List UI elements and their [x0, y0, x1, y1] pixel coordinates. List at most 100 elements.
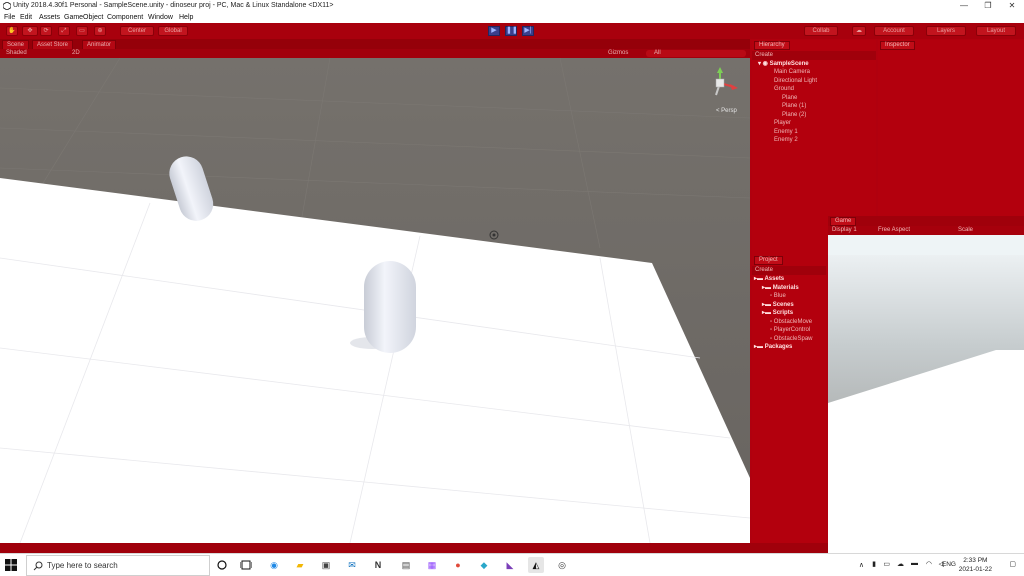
- search-placeholder: Type here to search: [47, 561, 118, 570]
- language-indicator[interactable]: ENG: [942, 561, 956, 568]
- global-local-toggle[interactable]: Global: [158, 26, 188, 36]
- pause-button[interactable]: ❚❚: [505, 26, 518, 36]
- folder-icon: ▸▬: [754, 276, 765, 282]
- recorder-icon[interactable]: ▤: [398, 557, 414, 573]
- twitch-icon[interactable]: ▦: [424, 557, 440, 573]
- hierarchy-item[interactable]: Main Camera: [774, 68, 810, 76]
- notifications-icon[interactable]: ▢: [1009, 560, 1016, 568]
- hierarchy-item[interactable]: Directional Light: [774, 77, 817, 85]
- transform-tool-button[interactable]: ⊕: [94, 26, 106, 36]
- step-button[interactable]: ▶|: [522, 26, 534, 36]
- tab-scene[interactable]: Scene: [2, 40, 30, 49]
- hierarchy-item[interactable]: Enemy 2: [774, 136, 798, 144]
- shading-mode-dropdown[interactable]: Shaded: [6, 49, 27, 58]
- scale-tool-button[interactable]: ⤢: [58, 26, 70, 36]
- system-tray: ∧ ▮ ▭ ☁ ▬ ◠ ◁ ENG 2:33 PM 2021-01-22 ▢: [849, 554, 1024, 576]
- app-n-icon[interactable]: N: [370, 557, 386, 573]
- tab-project[interactable]: Project: [754, 256, 783, 265]
- aspect-dropdown[interactable]: Free Aspect: [878, 226, 910, 235]
- cloud-tray-icon[interactable]: ☁: [897, 560, 904, 568]
- mail-icon[interactable]: ✉: [344, 557, 360, 573]
- cloud-icon[interactable]: ☁: [852, 26, 866, 36]
- project-create-dropdown[interactable]: Create: [752, 266, 826, 275]
- tray-app-icon[interactable]: ▭: [883, 560, 890, 568]
- menu-assets[interactable]: Assets: [39, 12, 60, 23]
- project-item-label: Scripts: [772, 310, 794, 316]
- gizmos-dropdown[interactable]: Gizmos: [608, 49, 628, 58]
- layers-dropdown[interactable]: Layers: [926, 26, 966, 36]
- unity-taskbar-icon[interactable]: ◭: [528, 557, 544, 573]
- scene-viewport[interactable]: < Persp: [0, 58, 750, 543]
- project-folder[interactable]: ▸▬ Materials: [762, 284, 799, 292]
- scale-slider-label[interactable]: Scale: [958, 226, 973, 235]
- clock-time: 2:33 PM: [963, 557, 988, 564]
- project-item-label: Assets: [764, 276, 785, 282]
- task-view-icon[interactable]: [238, 557, 254, 573]
- taskbar-clock[interactable]: 2:33 PM 2021-01-22: [959, 556, 992, 574]
- project-folder[interactable]: ▸▬ Scripts: [762, 309, 793, 317]
- chrome-icon[interactable]: ●: [450, 557, 466, 573]
- hierarchy-item[interactable]: Plane (2): [782, 111, 806, 119]
- hierarchy-item[interactable]: Enemy 1: [774, 128, 798, 136]
- maximize-button[interactable]: ❐: [976, 0, 1000, 12]
- minimize-button[interactable]: —: [952, 0, 976, 12]
- collab-button[interactable]: Collab: [804, 26, 838, 36]
- tab-hierarchy[interactable]: Hierarchy: [754, 41, 790, 50]
- unity-hub-icon[interactable]: ◎: [554, 557, 570, 573]
- perspective-label[interactable]: < Persp: [716, 108, 737, 114]
- menu-edit[interactable]: Edit: [20, 12, 32, 23]
- project-asset[interactable]: ▫ ObstacleMove: [770, 318, 812, 326]
- wifi-icon[interactable]: ◠: [926, 560, 932, 568]
- project-item-label: ObstacleMove: [773, 318, 813, 325]
- 2d-toggle[interactable]: 2D: [72, 49, 80, 58]
- project-asset[interactable]: ▫ Blue: [770, 292, 786, 300]
- menu-window[interactable]: Window: [148, 12, 173, 23]
- project-folder[interactable]: ▸▬ Packages: [754, 343, 792, 351]
- pivot-center-toggle[interactable]: Center: [120, 26, 154, 36]
- tab-animator[interactable]: Animator: [82, 40, 117, 49]
- game-viewport[interactable]: [828, 235, 1024, 553]
- project-asset[interactable]: ▫ ObstacleSpaw: [770, 335, 812, 343]
- close-button[interactable]: ✕: [1000, 0, 1024, 12]
- hand-tool-button[interactable]: ✋: [6, 26, 18, 36]
- hierarchy-scene-root[interactable]: ▾ ◉ SampleScene: [758, 60, 809, 68]
- enemy-capsule[interactable]: [364, 261, 416, 353]
- scene-render: [0, 58, 750, 543]
- display-dropdown[interactable]: Display 1: [832, 226, 857, 235]
- tab-inspector[interactable]: Inspector: [880, 41, 915, 50]
- edge-browser-icon[interactable]: ◉: [266, 557, 282, 573]
- app-blue-icon[interactable]: ◆: [476, 557, 492, 573]
- project-folder[interactable]: ▸▬ Scenes: [762, 301, 794, 309]
- tray-chevron-icon[interactable]: ∧: [859, 561, 864, 569]
- tab-asset-store[interactable]: Asset Store: [32, 40, 74, 49]
- layout-dropdown[interactable]: Layout: [976, 26, 1016, 36]
- microphone-icon[interactable]: ▮: [872, 560, 876, 568]
- project-item-label: Blue: [773, 293, 786, 299]
- hierarchy-item[interactable]: Player: [774, 119, 791, 127]
- account-dropdown[interactable]: Account: [874, 26, 914, 36]
- menu-help[interactable]: Help: [179, 12, 193, 23]
- taskbar-search-input[interactable]: Type here to search: [26, 555, 210, 576]
- scene-search-input[interactable]: All: [646, 50, 746, 57]
- store-icon[interactable]: ▣: [318, 557, 334, 573]
- cortana-icon[interactable]: [214, 557, 230, 573]
- visual-studio-icon[interactable]: ◣: [502, 557, 518, 573]
- battery-icon[interactable]: ▬: [911, 560, 918, 567]
- hierarchy-item[interactable]: Plane: [782, 94, 797, 102]
- project-asset[interactable]: ▫ PlayerControl: [770, 326, 810, 334]
- hierarchy-create-dropdown[interactable]: Create: [752, 51, 876, 60]
- tab-game[interactable]: Game: [830, 217, 857, 226]
- hierarchy-item[interactable]: Ground: [774, 85, 794, 93]
- project-panel: Project Create ▸▬ Assets ▸▬ Materials ▫ Bl…: [752, 255, 826, 543]
- move-tool-button[interactable]: ✥: [22, 26, 38, 36]
- menu-gameobject[interactable]: GameObject: [64, 12, 103, 23]
- menu-file[interactable]: File: [4, 12, 15, 23]
- play-button[interactable]: ▶: [488, 26, 500, 36]
- windows-start-icon[interactable]: [5, 559, 17, 571]
- file-explorer-icon[interactable]: ▰: [292, 557, 308, 573]
- menu-component[interactable]: Component: [107, 12, 143, 23]
- project-folder[interactable]: ▸▬ Assets: [754, 275, 784, 283]
- rect-tool-button[interactable]: ▭: [76, 26, 88, 36]
- rotate-tool-button[interactable]: ⟳: [40, 26, 52, 36]
- hierarchy-item[interactable]: Plane (1): [782, 102, 806, 110]
